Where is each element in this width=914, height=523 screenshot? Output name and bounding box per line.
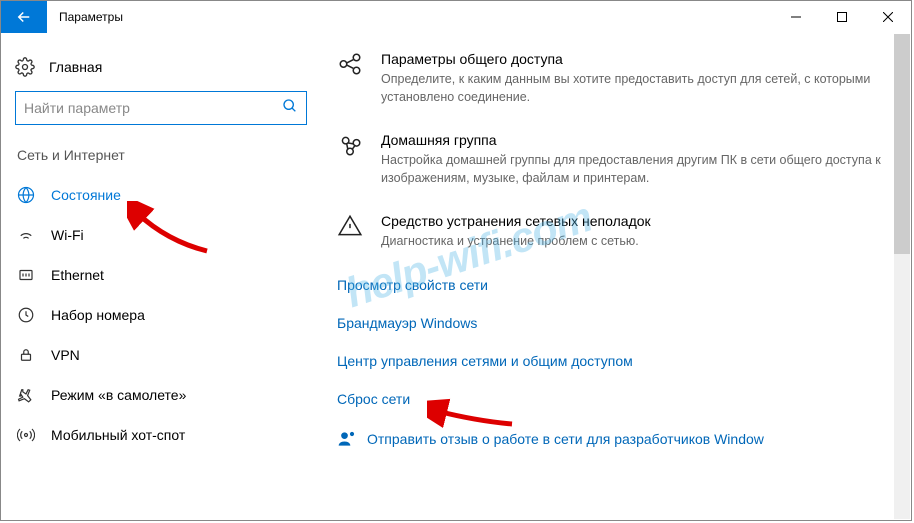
- option-sharing[interactable]: Параметры общего доступа Определите, к к…: [337, 51, 881, 106]
- airplane-icon: [17, 386, 35, 404]
- link-network-properties[interactable]: Просмотр свойств сети: [337, 277, 881, 293]
- hotspot-icon: [17, 426, 35, 444]
- titlebar: Параметры: [1, 1, 911, 33]
- back-button[interactable]: [1, 1, 47, 33]
- sharing-icon: [337, 51, 365, 79]
- nav-label: Мобильный хот-спот: [51, 427, 185, 443]
- option-title: Домашняя группа: [381, 132, 881, 148]
- nav-wifi[interactable]: Wi-Fi: [15, 215, 307, 255]
- nav-label: Ethernet: [51, 267, 104, 283]
- nav-hotspot[interactable]: Мобильный хот-спот: [15, 415, 307, 455]
- globe-icon: [17, 186, 35, 204]
- feedback-label: Отправить отзыв о работе в сети для разр…: [367, 431, 764, 447]
- maximize-button[interactable]: [819, 1, 865, 33]
- nav-vpn[interactable]: VPN: [15, 335, 307, 375]
- homegroup-icon: [337, 132, 365, 160]
- window-controls: [773, 1, 911, 33]
- wifi-icon: [17, 226, 35, 244]
- option-title: Параметры общего доступа: [381, 51, 881, 67]
- link-network-reset[interactable]: Сброс сети: [337, 391, 881, 407]
- nav-label: Состояние: [51, 187, 121, 203]
- nav-label: VPN: [51, 347, 80, 363]
- option-desc: Диагностика и устранение проблем с сетью…: [381, 233, 881, 251]
- option-troubleshoot[interactable]: Средство устранения сетевых неполадок Ди…: [337, 213, 881, 251]
- gear-icon: [15, 57, 35, 77]
- window-title: Параметры: [47, 10, 773, 24]
- feedback-icon: [337, 429, 357, 449]
- nav-label: Wi-Fi: [51, 227, 84, 243]
- scroll-thumb[interactable]: [894, 34, 910, 254]
- search-input[interactable]: [24, 100, 282, 116]
- ethernet-icon: [17, 266, 35, 284]
- link-firewall[interactable]: Брандмауэр Windows: [337, 315, 881, 331]
- nav-status[interactable]: Состояние: [15, 175, 307, 215]
- sidebar: Главная Сеть и Интернет Состояние Wi-Fi …: [1, 33, 321, 520]
- nav-dialup[interactable]: Набор номера: [15, 295, 307, 335]
- scrollbar[interactable]: [894, 34, 910, 519]
- nav-ethernet[interactable]: Ethernet: [15, 255, 307, 295]
- search-box[interactable]: [15, 91, 307, 125]
- content-area: Параметры общего доступа Определите, к к…: [321, 33, 911, 520]
- option-desc: Определите, к каким данным вы хотите пре…: [381, 71, 881, 106]
- search-icon: [282, 98, 298, 119]
- option-homegroup[interactable]: Домашняя группа Настройка домашней групп…: [337, 132, 881, 187]
- home-button[interactable]: Главная: [15, 51, 307, 91]
- settings-window: Параметры Главная Сеть и Интернет: [0, 0, 912, 521]
- section-label: Сеть и Интернет: [15, 147, 307, 163]
- nav-airplane[interactable]: Режим «в самолете»: [15, 375, 307, 415]
- dialup-icon: [17, 306, 35, 324]
- warning-icon: [337, 213, 365, 241]
- home-label: Главная: [49, 59, 102, 75]
- close-button[interactable]: [865, 1, 911, 33]
- option-desc: Настройка домашней группы для предоставл…: [381, 152, 881, 187]
- minimize-button[interactable]: [773, 1, 819, 33]
- nav-label: Режим «в самолете»: [51, 387, 186, 403]
- vpn-icon: [17, 346, 35, 364]
- nav-label: Набор номера: [51, 307, 145, 323]
- option-title: Средство устранения сетевых неполадок: [381, 213, 881, 229]
- link-network-center[interactable]: Центр управления сетями и общим доступом: [337, 353, 881, 369]
- feedback-link[interactable]: Отправить отзыв о работе в сети для разр…: [337, 429, 881, 449]
